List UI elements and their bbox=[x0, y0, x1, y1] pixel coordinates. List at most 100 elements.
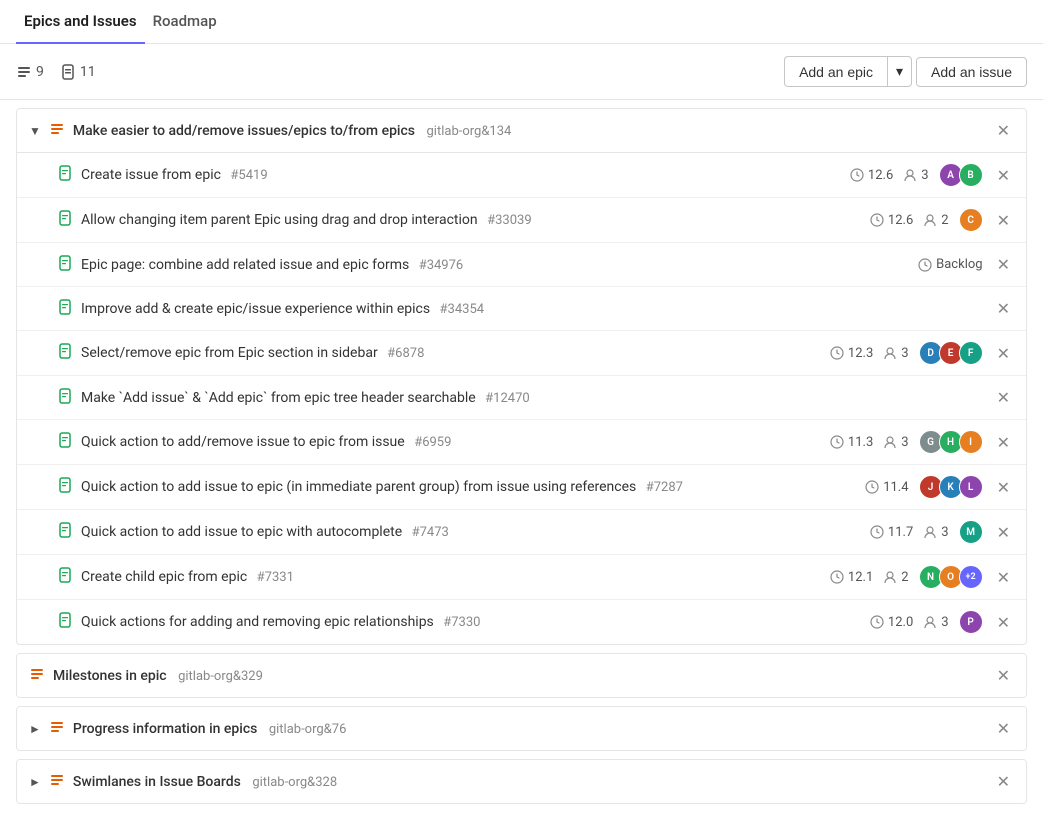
page-container: Epics and Issues Roadmap 9 11 bbox=[0, 0, 1043, 836]
avatar: L bbox=[959, 475, 983, 499]
milestone-badge: Backlog bbox=[918, 257, 982, 272]
avatars: J K L bbox=[919, 475, 983, 499]
issue-title: Quick action to add issue to epic (in im… bbox=[81, 479, 857, 495]
epic-row-1: ▼ Make easier to add/remove issues/epics… bbox=[16, 108, 1027, 645]
issue-meta: 12.1 2 N O +2 ✕ bbox=[830, 565, 1014, 589]
issue-close[interactable]: ✕ bbox=[993, 342, 1014, 365]
issue-close[interactable]: ✕ bbox=[993, 297, 1014, 320]
epic-row-4: ► Swimlanes in Issue Boards gitlab-org&3… bbox=[16, 759, 1027, 804]
issue-meta: 12.3 3 D E F ✕ bbox=[830, 341, 1014, 365]
assignees-count: 2 bbox=[883, 570, 908, 585]
epic-ref-4: gitlab-org&328 bbox=[252, 775, 337, 790]
avatar: I bbox=[959, 430, 983, 454]
milestone-badge: 12.6 bbox=[870, 213, 913, 228]
tabs-header: Epics and Issues Roadmap bbox=[0, 0, 1043, 44]
milestone-badge: 11.4 bbox=[865, 480, 908, 495]
milestone-badge: 11.7 bbox=[870, 525, 913, 540]
issue-icon bbox=[57, 165, 73, 185]
issue-meta: 12.0 3 P ✕ bbox=[870, 610, 1014, 634]
issue-count-icon bbox=[60, 64, 76, 80]
issue-title: Quick action to add issue to epic with a… bbox=[81, 524, 862, 540]
table-row: Create child epic from epic #7331 12.1 2 bbox=[17, 555, 1026, 600]
table-row: Allow changing item parent Epic using dr… bbox=[17, 198, 1026, 243]
assignees-count: 3 bbox=[923, 525, 948, 540]
table-row: Quick action to add/remove issue to epic… bbox=[17, 420, 1026, 465]
issue-meta: 12.6 3 A B ✕ bbox=[850, 163, 1014, 187]
issue-meta: ✕ bbox=[993, 386, 1014, 409]
milestone-badge: 12.3 bbox=[830, 346, 873, 361]
issue-icon bbox=[57, 477, 73, 497]
epic-title-2: Milestones in epic gitlab-org&329 bbox=[53, 668, 985, 684]
epic-close-1[interactable]: ✕ bbox=[993, 119, 1014, 142]
avatars: D E F bbox=[919, 341, 983, 365]
epic-row-3: ► Progress information in epics gitlab-o… bbox=[16, 706, 1027, 751]
issue-close[interactable]: ✕ bbox=[993, 476, 1014, 499]
table-row: Quick actions for adding and removing ep… bbox=[17, 600, 1026, 644]
issue-title: Select/remove epic from Epic section in … bbox=[81, 345, 822, 361]
epic-count-number: 9 bbox=[36, 64, 44, 80]
avatars: A B bbox=[939, 163, 983, 187]
issue-icon bbox=[57, 612, 73, 632]
epic-close-3[interactable]: ✕ bbox=[993, 717, 1014, 740]
issue-meta: 11.4 J K L ✕ bbox=[865, 475, 1014, 499]
issue-close[interactable]: ✕ bbox=[993, 253, 1014, 276]
issue-close[interactable]: ✕ bbox=[993, 209, 1014, 232]
tab-roadmap[interactable]: Roadmap bbox=[145, 0, 225, 44]
issue-close[interactable]: ✕ bbox=[993, 566, 1014, 589]
add-epic-button[interactable]: Add an epic bbox=[784, 56, 887, 87]
epic-toggle-4[interactable]: ► bbox=[29, 775, 41, 789]
issue-close[interactable]: ✕ bbox=[993, 611, 1014, 634]
epic-close-4[interactable]: ✕ bbox=[993, 770, 1014, 793]
table-row: Quick action to add issue to epic (in im… bbox=[17, 465, 1026, 510]
avatar: B bbox=[959, 163, 983, 187]
epic-row-2: Milestones in epic gitlab-org&329 ✕ bbox=[16, 653, 1027, 698]
issue-icon bbox=[57, 255, 73, 275]
epic-icon-3 bbox=[49, 719, 65, 739]
issue-close[interactable]: ✕ bbox=[993, 431, 1014, 454]
issue-close[interactable]: ✕ bbox=[993, 164, 1014, 187]
toolbar-buttons: Add an epic ▾ Add an issue bbox=[784, 56, 1027, 87]
toolbar-left: 9 11 bbox=[16, 64, 776, 80]
avatars: P bbox=[959, 610, 983, 634]
epic-toggle-1[interactable]: ▼ bbox=[29, 124, 41, 138]
add-epic-split-button: Add an epic ▾ bbox=[784, 56, 912, 87]
epic-count-icon bbox=[16, 64, 32, 80]
assignees-count: 3 bbox=[883, 346, 908, 361]
avatar-extra: +2 bbox=[959, 565, 983, 589]
epic-svg-icon bbox=[49, 719, 65, 735]
epic-svg-icon bbox=[49, 772, 65, 788]
milestone-badge: 12.0 bbox=[870, 615, 913, 630]
issue-count-number: 11 bbox=[80, 64, 96, 80]
issue-icon bbox=[57, 299, 73, 319]
issue-meta: ✕ bbox=[993, 297, 1014, 320]
add-epic-dropdown-button[interactable]: ▾ bbox=[887, 56, 912, 87]
epic-icon-4 bbox=[49, 772, 65, 792]
tab-epics-issues[interactable]: Epics and Issues bbox=[16, 0, 145, 44]
issue-close[interactable]: ✕ bbox=[993, 521, 1014, 544]
issue-icon bbox=[57, 388, 73, 408]
avatar: P bbox=[959, 610, 983, 634]
epic-close-2[interactable]: ✕ bbox=[993, 664, 1014, 687]
avatars: N O +2 bbox=[919, 565, 983, 589]
epic-header-3: ► Progress information in epics gitlab-o… bbox=[17, 707, 1026, 750]
avatars: C bbox=[959, 208, 983, 232]
issue-title: Create issue from epic #5419 bbox=[81, 167, 842, 183]
issue-title: Epic page: combine add related issue and… bbox=[81, 257, 910, 273]
issue-title: Create child epic from epic #7331 bbox=[81, 569, 822, 585]
toolbar: 9 11 Add an epic ▾ Add an issue bbox=[0, 44, 1043, 100]
epic-header-4: ► Swimlanes in Issue Boards gitlab-org&3… bbox=[17, 760, 1026, 803]
avatars: G H I bbox=[919, 430, 983, 454]
issue-title: Quick action to add/remove issue to epic… bbox=[81, 434, 822, 450]
avatar: M bbox=[959, 520, 983, 544]
table-row: Create issue from epic #5419 12.6 3 A bbox=[17, 153, 1026, 198]
issue-meta: 12.6 2 C ✕ bbox=[870, 208, 1014, 232]
issue-count: 11 bbox=[60, 64, 96, 80]
table-row: Select/remove epic from Epic section in … bbox=[17, 331, 1026, 376]
epic-toggle-3[interactable]: ► bbox=[29, 722, 41, 736]
epic-ref-2: gitlab-org&329 bbox=[178, 669, 263, 684]
avatar: F bbox=[959, 341, 983, 365]
assignees-count: 2 bbox=[923, 213, 948, 228]
add-issue-button[interactable]: Add an issue bbox=[916, 57, 1027, 87]
issue-close[interactable]: ✕ bbox=[993, 386, 1014, 409]
epic-count: 9 bbox=[16, 64, 44, 80]
